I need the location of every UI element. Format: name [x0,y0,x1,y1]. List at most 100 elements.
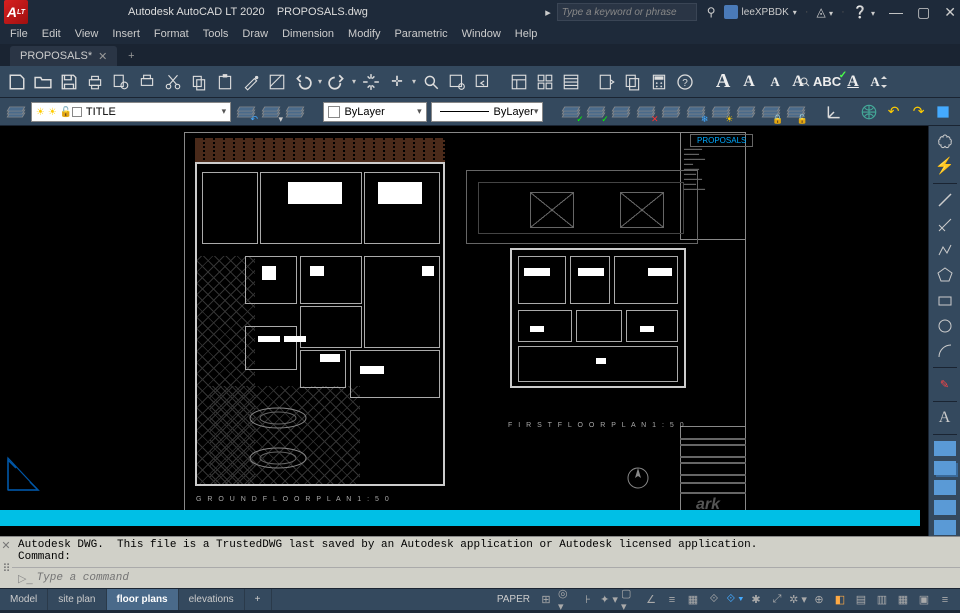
isolate-objects-icon[interactable]: ▦ [894,591,912,609]
search-input[interactable]: Type a keyword or phrase [557,3,697,21]
layer-lock-icon[interactable]: 🔒 [760,101,781,123]
menu-view[interactable]: View [75,28,99,40]
transparency-icon[interactable]: ▦ [684,591,702,609]
layer-unisolate-icon[interactable] [661,101,682,123]
grid-icon[interactable]: ⊞ [537,591,555,609]
layer-properties-icon[interactable] [6,101,27,123]
arc-icon[interactable] [933,340,957,362]
menu-window[interactable]: Window [462,28,501,40]
save-icon[interactable] [58,71,80,93]
layer-dropdown[interactable]: ☀☀🔓 TITLE ▾ [31,102,231,122]
quick-properties-icon[interactable]: ▤ [852,591,870,609]
publish-icon[interactable] [136,71,158,93]
open-icon[interactable] [32,71,54,93]
layer-isolate2-icon[interactable]: ✕ [636,101,657,123]
back-icon[interactable]: ↶ [883,101,904,123]
forward-icon[interactable]: ↷ [908,101,929,123]
help-icon[interactable]: ❔ ▾ [853,5,875,19]
ucs-icon[interactable] [824,101,845,123]
annotation-scale-icon[interactable]: ⟐ ▾ [726,591,744,609]
menu-file[interactable]: File [10,28,28,40]
command-input[interactable] [37,570,954,586]
menu-edit[interactable]: Edit [42,28,61,40]
title-play-icon[interactable]: ▸ [545,6,551,19]
line-icon[interactable] [933,188,957,210]
lock-ui-icon[interactable]: ▥ [873,591,891,609]
layout-tab-model[interactable]: Model [0,589,48,610]
layer-unlock-icon[interactable]: 🔓 [785,101,806,123]
annotation-visibility-icon[interactable]: ✱ [747,591,765,609]
maximize-button[interactable]: ▢ [917,4,930,21]
block-editor-icon[interactable] [266,71,288,93]
color-dropdown[interactable]: ByLayer ▾ [323,102,426,122]
layer-freeze-icon[interactable]: ❄ [686,101,707,123]
layer-previous2-icon[interactable] [611,101,632,123]
user-badge[interactable]: leeXPBDK ▾ [724,5,797,19]
properties-icon[interactable] [508,71,530,93]
viewport-thumbnail[interactable] [934,441,956,456]
menu-format[interactable]: Format [154,28,189,40]
lightning-icon[interactable]: ⚡ [933,155,957,177]
layer-states-icon[interactable]: ▾ [260,101,281,123]
add-layout-button[interactable]: + [245,589,272,610]
infocenter-icon[interactable]: ⚲ [707,5,716,19]
autoscale-icon[interactable]: ⤢ [768,591,786,609]
zoom-realtime-icon[interactable]: ✛ [386,71,408,93]
snap-icon[interactable]: ◎ ▾ [558,591,576,609]
undo-icon[interactable] [292,71,314,93]
calculator-icon[interactable] [648,71,670,93]
zoom-extents-icon[interactable] [420,71,442,93]
viewport-thumbnail[interactable] [934,480,956,495]
menu-tools[interactable]: Tools [203,28,229,40]
cut-icon[interactable] [162,71,184,93]
rectangle-icon[interactable] [933,290,957,312]
osnap-icon[interactable]: ▢ ▾ [621,591,639,609]
text-scale-icon[interactable]: A [868,71,890,93]
linetype-dropdown[interactable]: ByLayer ▾ [431,102,544,122]
tool-palettes-icon[interactable] [560,71,582,93]
close-command-icon[interactable]: ✕ ⠿ [0,537,12,588]
viewport-thumbnail[interactable] [934,500,956,515]
annotation-monitor-icon[interactable]: ⊕ [810,591,828,609]
menu-dimension[interactable]: Dimension [282,28,334,40]
space-indicator[interactable]: PAPER [497,594,530,605]
point-icon[interactable]: ✎ [933,373,957,395]
print-icon[interactable] [84,71,106,93]
text-small-icon[interactable]: A [764,71,786,93]
polygon-icon[interactable] [933,264,957,286]
viewport[interactable]: PROPOSALS ━━━━━━━━━━━━━━━━━━━━━━━━━━━━━━… [0,126,928,536]
redo-icon[interactable] [326,71,348,93]
menu-parametric[interactable]: Parametric [394,28,447,40]
layer-off-icon[interactable]: ☀ [710,101,731,123]
print-preview-icon[interactable] [110,71,132,93]
customization-icon[interactable]: ≡ [936,591,954,609]
layer-isolate-icon[interactable] [285,101,306,123]
units-icon[interactable]: ◧ [831,591,849,609]
close-button[interactable]: ✕ [944,4,956,21]
design-center-icon[interactable] [534,71,556,93]
ortho-icon[interactable]: ⊦ [579,591,597,609]
menu-insert[interactable]: Insert [112,28,140,40]
workspace-icon[interactable]: ✲ ▾ [789,591,807,609]
layout-tab-siteplan[interactable]: site plan [48,589,106,610]
revision-cloud-icon[interactable] [933,130,957,152]
help-icon[interactable]: ? [674,71,696,93]
text-a-icon[interactable]: A [933,407,957,429]
pan-icon[interactable] [360,71,382,93]
multiline-icon[interactable] [933,214,957,236]
minimize-button[interactable]: — [889,4,903,20]
clean-screen-icon[interactable]: ▣ [915,591,933,609]
layout-tab-floorplans[interactable]: floor plans [107,589,179,610]
web-icon[interactable] [858,101,879,123]
document-tab[interactable]: PROPOSALS* ✕ [10,46,117,66]
find-text-icon[interactable]: A [790,71,812,93]
viewport-thumbnail[interactable] [934,461,956,476]
zoom-window-icon[interactable] [446,71,468,93]
layout-tab-elevations[interactable]: elevations [179,589,245,610]
menu-modify[interactable]: Modify [348,28,380,40]
scale-icon[interactable]: ⟐ [705,591,723,609]
sheetset-icon[interactable] [622,71,644,93]
viewport-thumbnail[interactable] [934,520,956,535]
otrack-icon[interactable]: ∠ [642,591,660,609]
new-tab-button[interactable]: + [121,46,141,66]
